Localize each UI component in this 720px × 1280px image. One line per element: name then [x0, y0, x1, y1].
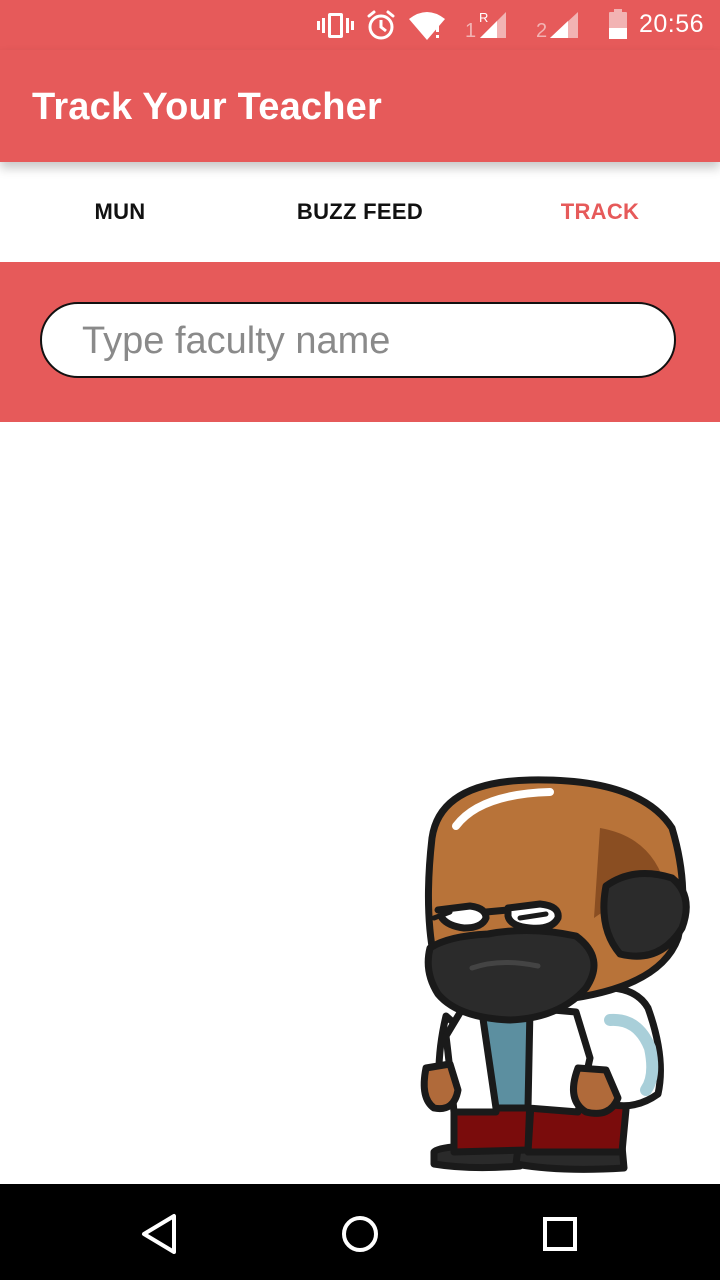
home-icon[interactable] [334, 1208, 386, 1260]
sim1-roaming-label: R [479, 10, 488, 25]
app-title: Track Your Teacher [32, 86, 382, 128]
tab-bar: MUN BUZZ FEED TRACK [0, 162, 720, 262]
battery-icon [609, 9, 627, 39]
navigation-bar [0, 1184, 720, 1280]
teacher-character-illustration [420, 776, 690, 1173]
status-time: 20:56 [638, 10, 704, 38]
search-band [0, 262, 720, 422]
wifi-icon [409, 12, 445, 40]
tab-track[interactable]: TRACK [480, 162, 720, 262]
back-icon[interactable] [134, 1208, 186, 1260]
tab-mun[interactable]: MUN [0, 162, 240, 262]
signal-sim2-icon: 2 [536, 12, 578, 42]
sim2-label: 2 [536, 20, 547, 42]
signal-sim1-icon: 1 R [465, 10, 506, 42]
status-bar: 1 R 2 20:56 [0, 0, 720, 50]
vibrate-icon [317, 13, 354, 38]
search-box[interactable] [40, 302, 676, 378]
app-bar: Track Your Teacher [0, 50, 720, 162]
tab-buzz-feed[interactable]: BUZZ FEED [240, 162, 480, 262]
status-icons: 1 R 2 [317, 9, 627, 42]
faculty-search-input[interactable] [80, 304, 644, 378]
sim1-label: 1 [465, 20, 476, 42]
alarm-icon [367, 10, 395, 40]
recents-icon[interactable] [534, 1208, 586, 1260]
